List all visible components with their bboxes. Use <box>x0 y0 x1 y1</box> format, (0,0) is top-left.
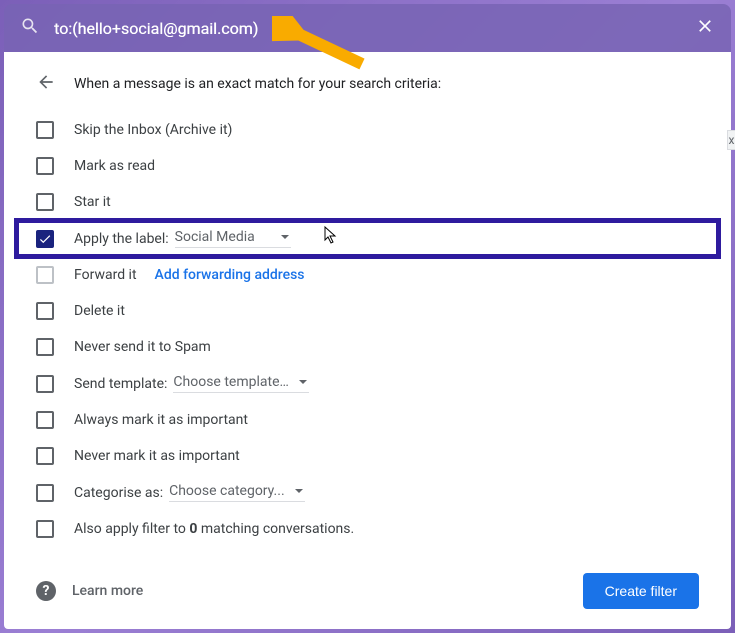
option-delete-it[interactable]: Delete it <box>16 293 719 329</box>
x-badge: x <box>727 130 735 150</box>
checkbox-icon[interactable] <box>36 447 54 465</box>
option-categorise[interactable]: Categorise as: Choose category... <box>16 474 719 511</box>
option-label: Star it <box>74 194 111 210</box>
checkbox-icon[interactable] <box>36 375 54 393</box>
option-skip-inbox[interactable]: Skip the Inbox (Archive it) <box>16 112 719 148</box>
filter-panel: When a message is an exact match for you… <box>4 52 731 629</box>
panel-footer: ? Learn more Create filter <box>16 573 719 609</box>
option-never-spam[interactable]: Never send it to Spam <box>16 329 719 365</box>
checkbox-icon[interactable] <box>36 266 54 284</box>
checkbox-icon[interactable] <box>36 121 54 139</box>
help-icon[interactable]: ? <box>36 581 56 601</box>
add-forwarding-link[interactable]: Add forwarding address <box>155 267 305 283</box>
checkbox-icon[interactable] <box>36 193 54 211</box>
panel-header: When a message is an exact match for you… <box>16 72 719 112</box>
close-icon[interactable] <box>695 16 715 40</box>
chevron-down-icon <box>281 235 289 239</box>
search-query[interactable]: to:(hello+social@gmail.com) <box>54 19 695 38</box>
template-dropdown[interactable]: Choose template… <box>173 374 308 393</box>
text-suffix: matching conversations. <box>197 521 354 537</box>
option-star-it[interactable]: Star it <box>16 184 719 220</box>
option-always-important[interactable]: Always mark it as important <box>16 402 719 438</box>
option-apply-label[interactable]: Apply the label: Social Media <box>16 220 719 257</box>
chevron-down-icon <box>295 489 303 493</box>
dropdown-value: Choose category... <box>169 483 285 499</box>
option-label: Forward it <box>74 267 137 283</box>
learn-more-link[interactable]: Learn more <box>72 583 143 599</box>
chevron-down-icon <box>299 380 307 384</box>
option-label: Delete it <box>74 303 125 319</box>
option-send-template[interactable]: Send template: Choose template… <box>16 365 719 402</box>
search-icon <box>20 16 40 40</box>
checkbox-icon[interactable] <box>36 157 54 175</box>
option-forward-it[interactable]: Forward it Add forwarding address <box>16 257 719 293</box>
label-dropdown[interactable]: Social Media <box>175 229 291 248</box>
option-label: Send template: <box>74 376 167 392</box>
header-text: When a message is an exact match for you… <box>74 76 441 92</box>
search-bar[interactable]: to:(hello+social@gmail.com) <box>4 4 731 52</box>
back-arrow-icon[interactable] <box>36 72 56 96</box>
checkbox-icon[interactable] <box>36 520 54 538</box>
option-label: Apply the label: <box>74 231 169 247</box>
option-mark-read[interactable]: Mark as read <box>16 148 719 184</box>
option-label: Never mark it as important <box>74 448 240 464</box>
create-filter-button[interactable]: Create filter <box>583 573 699 609</box>
option-label: Categorise as: <box>74 485 163 501</box>
option-label: Mark as read <box>74 158 155 174</box>
checkbox-icon[interactable] <box>36 411 54 429</box>
option-never-important[interactable]: Never mark it as important <box>16 438 719 474</box>
checkbox-checked-icon[interactable] <box>36 230 54 248</box>
option-also-apply[interactable]: Also apply filter to 0 matching conversa… <box>16 511 719 547</box>
dropdown-value: Social Media <box>175 229 255 245</box>
checkbox-icon[interactable] <box>36 338 54 356</box>
option-label: Never send it to Spam <box>74 339 211 355</box>
option-label: Also apply filter to 0 matching conversa… <box>74 521 354 537</box>
checkbox-icon[interactable] <box>36 302 54 320</box>
text-prefix: Also apply filter to <box>74 521 189 537</box>
dropdown-value: Choose template… <box>173 374 288 390</box>
option-label: Always mark it as important <box>74 412 248 428</box>
option-label: Skip the Inbox (Archive it) <box>74 122 232 138</box>
category-dropdown[interactable]: Choose category... <box>169 483 305 502</box>
checkbox-icon[interactable] <box>36 484 54 502</box>
